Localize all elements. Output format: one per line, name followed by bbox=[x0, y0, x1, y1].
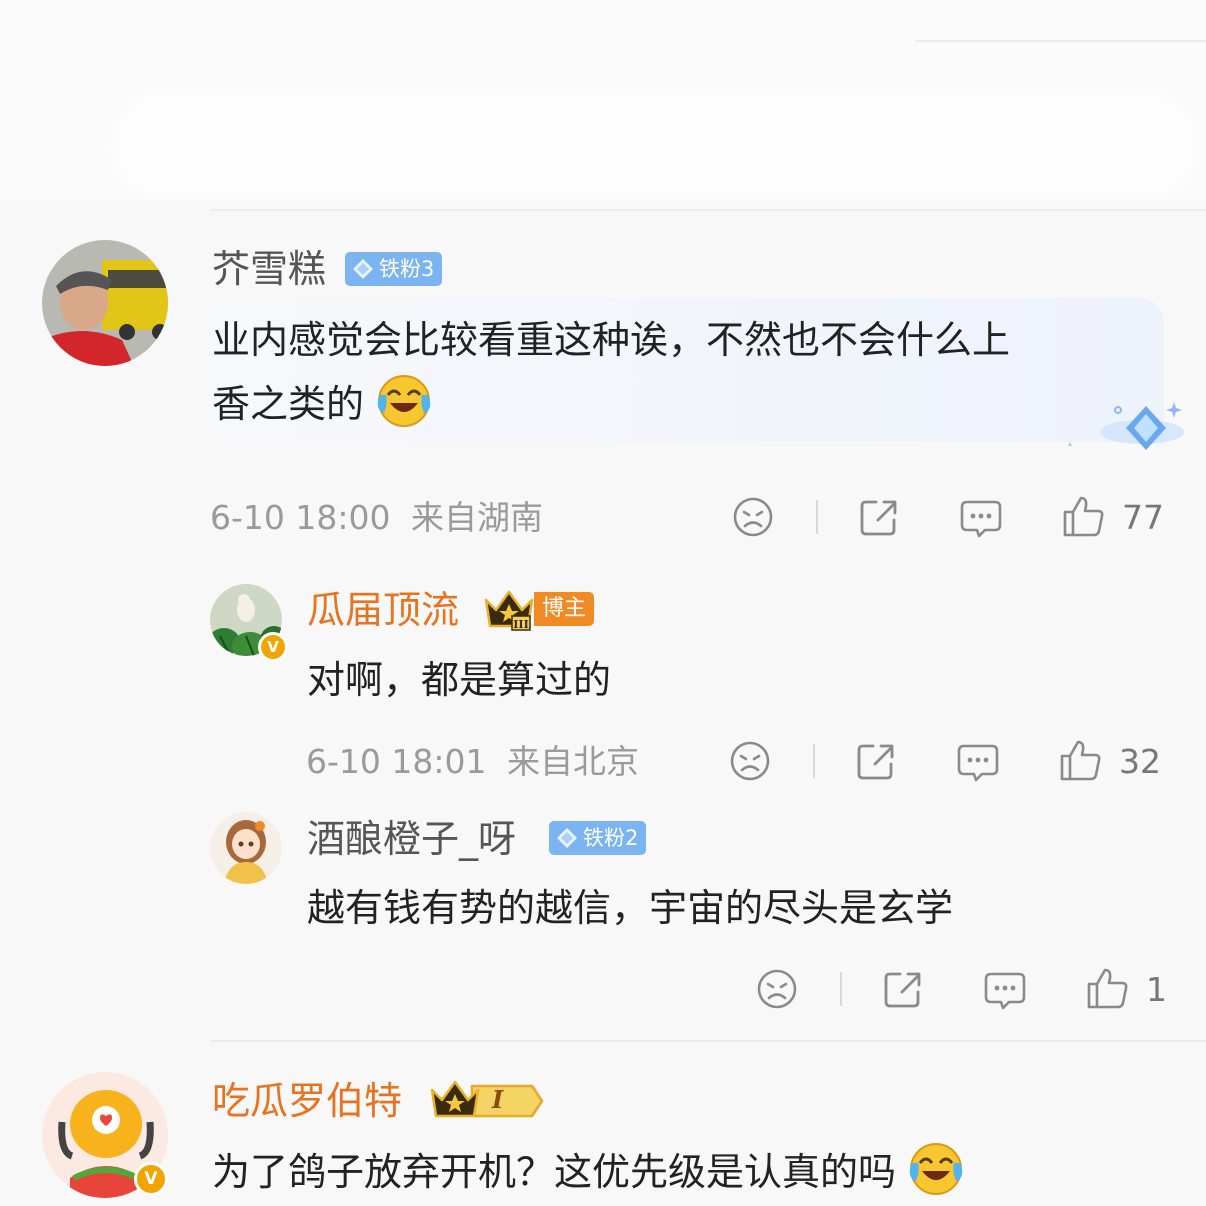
dislike-icon[interactable] bbox=[732, 496, 774, 538]
like-icon[interactable] bbox=[1085, 966, 1129, 1010]
divider bbox=[816, 500, 818, 534]
timestamp: 6-10 18:01 bbox=[306, 742, 487, 781]
username[interactable]: 芥雪糕 bbox=[212, 244, 326, 294]
avatar[interactable] bbox=[210, 812, 282, 884]
divider bbox=[210, 209, 1206, 211]
comment-meta: 6-10 18:01 来自北京 bbox=[306, 740, 639, 784]
reply-icon[interactable] bbox=[959, 496, 1003, 540]
like-count: 32 bbox=[1119, 742, 1161, 781]
comment-text-line: 香之类的 bbox=[212, 382, 365, 426]
dislike-icon[interactable] bbox=[729, 740, 771, 782]
like-icon[interactable] bbox=[1061, 494, 1105, 538]
svg-text:III: III bbox=[513, 618, 528, 631]
divider bbox=[840, 972, 842, 1006]
diamond-icon bbox=[353, 259, 373, 279]
avatar[interactable] bbox=[42, 240, 168, 366]
divider bbox=[210, 1040, 1206, 1042]
comment-text: 为了鸽子放弃开机？这优先级是认真的吗 bbox=[212, 1140, 964, 1204]
badge-label: 铁粉2 bbox=[583, 826, 639, 850]
laugh-cry-emoji bbox=[909, 1143, 963, 1195]
divider bbox=[915, 40, 1206, 42]
verified-icon: V bbox=[258, 632, 288, 662]
like-count: 1 bbox=[1146, 970, 1167, 1009]
location: 来自湖南 bbox=[411, 498, 543, 537]
username[interactable]: 酒酿橙子_呀 bbox=[307, 814, 516, 864]
share-icon[interactable] bbox=[882, 968, 924, 1010]
username[interactable]: 吃瓜罗伯特 bbox=[212, 1076, 402, 1126]
like-count: 77 bbox=[1122, 498, 1164, 537]
verified-icon: V bbox=[134, 1162, 168, 1196]
share-icon[interactable] bbox=[858, 496, 900, 538]
like-icon[interactable] bbox=[1058, 738, 1102, 782]
diamond-icon bbox=[557, 828, 577, 848]
badge-label: 铁粉3 bbox=[379, 257, 435, 281]
username[interactable]: 瓜届顶流 bbox=[307, 585, 459, 635]
dislike-icon[interactable] bbox=[756, 968, 798, 1010]
blogger-badge: 博主 bbox=[534, 592, 594, 626]
comment-text: 香之类的 bbox=[212, 372, 432, 436]
reply-icon[interactable] bbox=[956, 740, 1000, 784]
share-icon[interactable] bbox=[855, 740, 897, 782]
fan-badge: 铁粉3 bbox=[345, 252, 443, 286]
comment-text: 业内感觉会比较看重这种诶，不然也不会什么上 bbox=[212, 318, 1011, 362]
level-badge-label: I bbox=[492, 1085, 504, 1114]
timestamp: 6-10 18:00 bbox=[210, 498, 391, 537]
comment-text: 对啊，都是算过的 bbox=[307, 658, 612, 702]
laugh-cry-emoji bbox=[377, 375, 431, 427]
crown-icon bbox=[430, 1080, 544, 1118]
location: 来自北京 bbox=[507, 742, 639, 781]
comment-text: 越有钱有势的越信，宇宙的尽头是玄学 bbox=[307, 886, 954, 930]
diamond-icon bbox=[1068, 402, 1184, 450]
comment-meta: 6-10 18:00 来自湖南 bbox=[210, 496, 543, 540]
blurred-input-bar bbox=[115, 95, 1195, 195]
reply-icon[interactable] bbox=[983, 968, 1027, 1012]
crown-icon: III bbox=[484, 590, 534, 631]
fan-badge: 铁粉2 bbox=[549, 821, 647, 855]
comment-text-line: 为了鸽子放弃开机？这优先级是认真的吗 bbox=[212, 1150, 897, 1194]
divider bbox=[813, 744, 815, 778]
